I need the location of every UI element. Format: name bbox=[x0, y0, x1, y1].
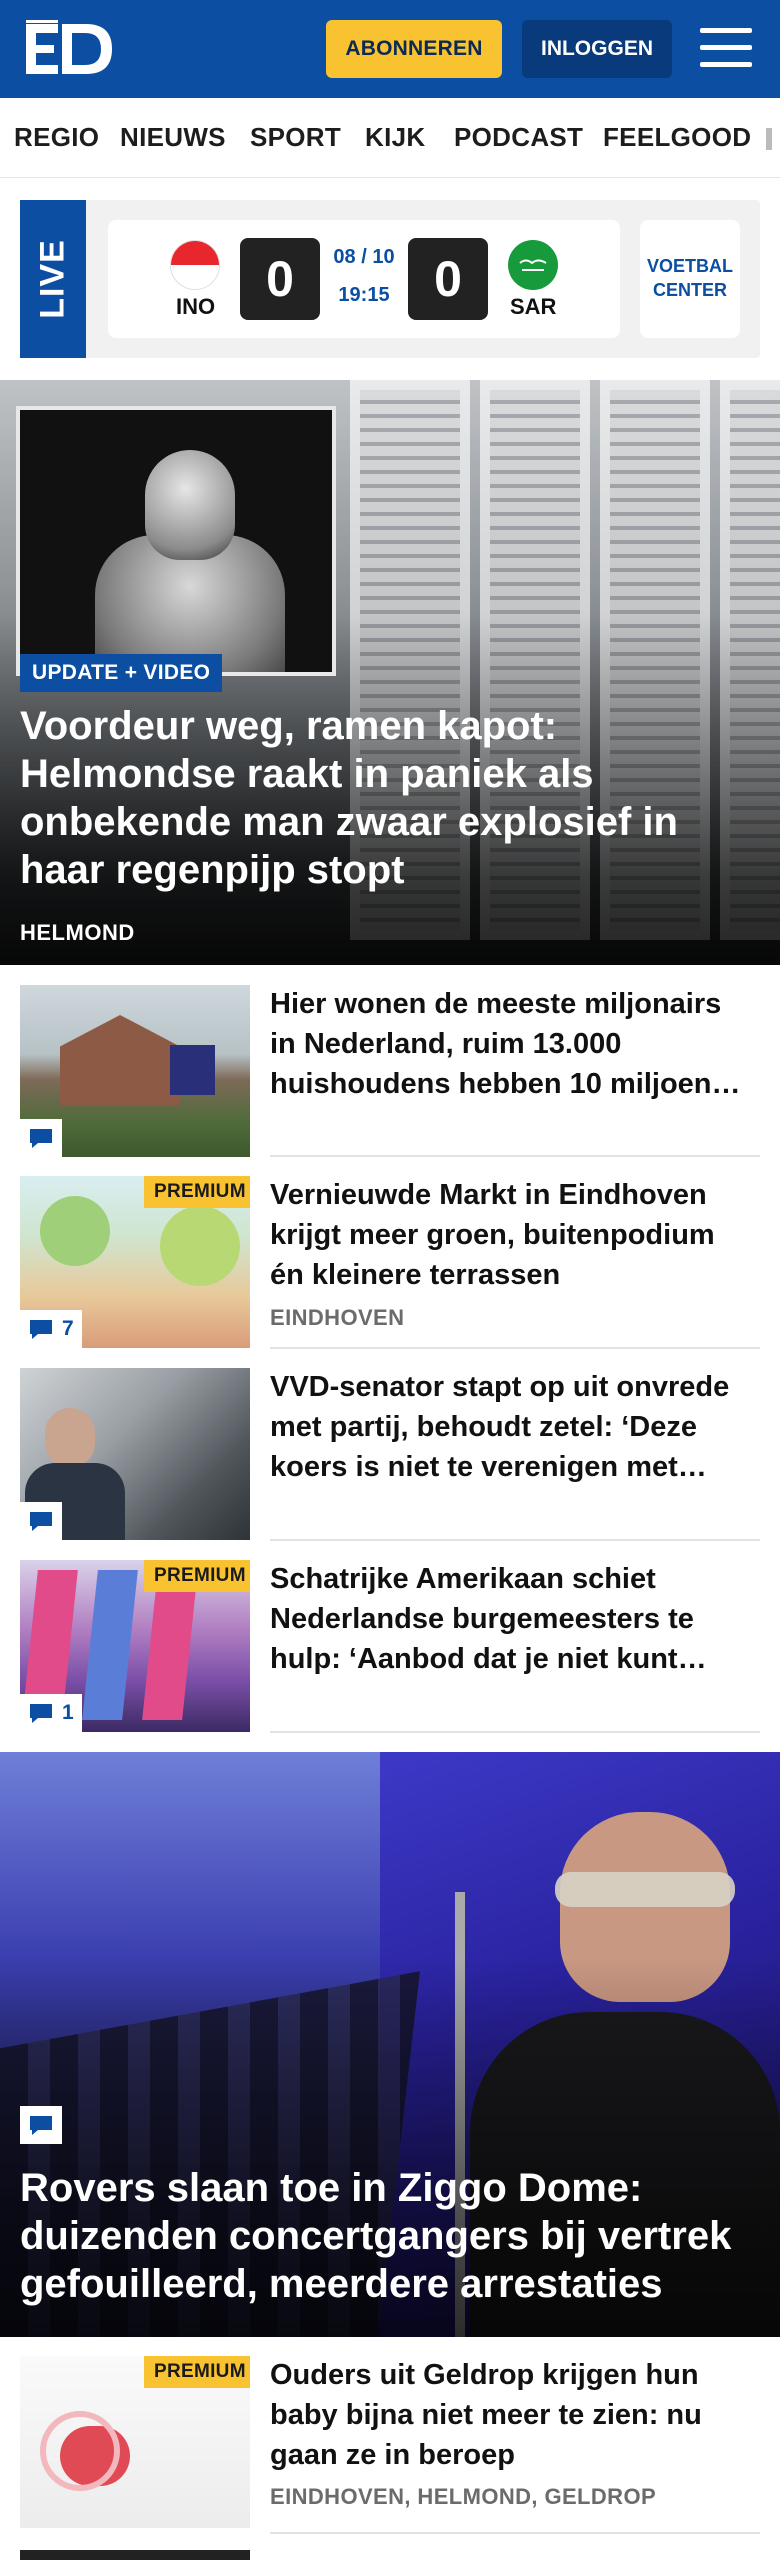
site-header: ABONNEREN INLOGGEN bbox=[0, 0, 780, 98]
comment-count: 7 bbox=[62, 1317, 74, 1340]
banner-shape bbox=[142, 1570, 198, 1720]
update-video-badge: UPDATE + VIDEO bbox=[20, 654, 223, 692]
live-tab[interactable]: LIVE bbox=[20, 200, 86, 358]
for-sale-sign bbox=[170, 1045, 215, 1095]
person-head bbox=[45, 1408, 95, 1468]
article-divider bbox=[270, 1347, 760, 1349]
hooded-figure-head bbox=[145, 450, 235, 560]
nav-overflow-indicator bbox=[766, 128, 772, 150]
hero-location[interactable]: HELMOND bbox=[20, 920, 135, 946]
article-thumbnail[interactable]: PREMIUM 7 bbox=[20, 1176, 250, 1348]
comment-icon bbox=[30, 1129, 52, 1148]
nav-item-nieuws[interactable]: NIEUWS bbox=[120, 122, 226, 153]
indonesia-flag-icon bbox=[170, 240, 220, 290]
comments-badge[interactable]: 7 bbox=[20, 1310, 82, 1348]
article-thumbnail[interactable] bbox=[20, 985, 250, 1157]
home-team-code: INO bbox=[176, 294, 216, 319]
article-divider bbox=[270, 1155, 760, 1157]
nav-item-feelgood[interactable]: FEELGOOD bbox=[603, 122, 751, 153]
comments-badge[interactable]: 1 bbox=[20, 1694, 82, 1732]
next-article-thumbnail[interactable] bbox=[20, 2550, 250, 2560]
pacifier-ring bbox=[40, 2411, 120, 2491]
saudi-arabia-flag-icon bbox=[508, 240, 558, 290]
premium-badge: PREMIUM bbox=[144, 1560, 250, 1592]
comment-icon bbox=[30, 1704, 52, 1723]
voetbal-center-label: VOETBAL CENTER bbox=[646, 256, 733, 300]
live-label: LIVE bbox=[33, 239, 72, 319]
comment-count: 1 bbox=[62, 1701, 74, 1724]
house-shape bbox=[60, 1015, 180, 1105]
feature-headline[interactable]: Rovers slaan toe in Ziggo Dome: duizende… bbox=[20, 2164, 760, 2308]
hero-inset-video-still[interactable] bbox=[16, 406, 336, 676]
article-thumbnail[interactable]: PREMIUM bbox=[20, 2356, 250, 2528]
match-date: 08 / 10 bbox=[333, 246, 395, 268]
article-thumbnail[interactable] bbox=[20, 1368, 250, 1540]
article-headline[interactable]: Hier wonen de meeste miljonairs in Neder… bbox=[270, 984, 750, 1104]
premium-badge: PREMIUM bbox=[144, 2356, 250, 2388]
article-location[interactable]: EINDHOVEN bbox=[270, 1305, 404, 1331]
nav-item-podcast[interactable]: PODCAST bbox=[454, 122, 583, 153]
menu-icon[interactable] bbox=[700, 26, 752, 70]
comments-badge[interactable] bbox=[20, 2106, 62, 2144]
article-location[interactable]: EINDHOVEN, HELMOND, GELDROP bbox=[270, 2484, 656, 2510]
article-divider bbox=[270, 1539, 760, 1541]
subscribe-button[interactable]: ABONNEREN bbox=[326, 20, 502, 78]
article-headline[interactable]: Schatrijke Amerikaan schiet Nederlandse … bbox=[270, 1559, 750, 1679]
hero-headline[interactable]: Voordeur weg, ramen kapot: Helmondse raa… bbox=[20, 702, 740, 894]
login-button[interactable]: INLOGGEN bbox=[522, 20, 672, 78]
article-divider bbox=[270, 2532, 760, 2534]
premium-badge: PREMIUM bbox=[144, 1176, 250, 1208]
home-score: 0 bbox=[240, 238, 320, 320]
comments-badge[interactable] bbox=[20, 1119, 62, 1157]
nav-item-sport[interactable]: SPORT bbox=[250, 122, 341, 153]
ed-logo[interactable] bbox=[26, 20, 114, 78]
banner-shape bbox=[82, 1570, 138, 1720]
article-headline[interactable]: Vernieuwde Markt in Eindhoven krijgt mee… bbox=[270, 1175, 750, 1295]
nav-item-kijk[interactable]: KIJK bbox=[365, 122, 425, 153]
article-divider bbox=[270, 1731, 760, 1733]
article-headline[interactable]: VVD-senator stapt op uit onvrede met par… bbox=[270, 1367, 750, 1487]
away-score: 0 bbox=[408, 238, 488, 320]
nav-item-regio[interactable]: REGIO bbox=[14, 122, 99, 153]
away-team-code: SAR bbox=[510, 294, 557, 319]
match-time: 19:15 bbox=[338, 284, 390, 306]
tree-shape bbox=[40, 1196, 110, 1266]
comment-icon bbox=[30, 2116, 52, 2135]
comment-icon bbox=[30, 1320, 52, 1339]
comment-icon bbox=[30, 1512, 52, 1531]
article-headline[interactable]: Ouders uit Geldrop krijgen hun baby bijn… bbox=[270, 2355, 750, 2475]
comments-badge[interactable] bbox=[20, 1502, 62, 1540]
tree-shape bbox=[160, 1206, 240, 1286]
main-nav: REGIO NIEUWS SPORT KIJK PODCAST FEELGOOD bbox=[0, 98, 780, 178]
article-thumbnail[interactable]: PREMIUM 1 bbox=[20, 1560, 250, 1732]
